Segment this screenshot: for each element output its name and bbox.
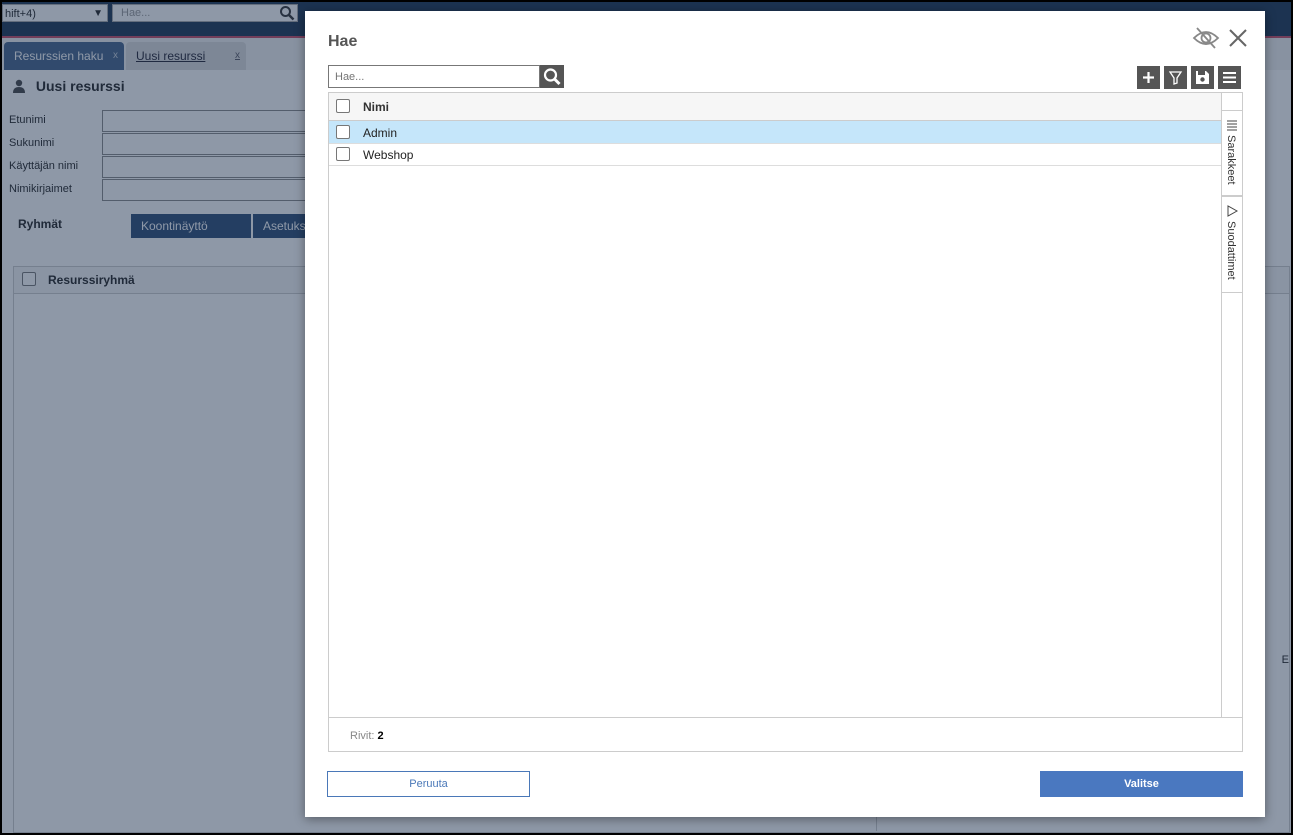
table-row[interactable]: Webshop [329,143,1221,166]
add-button[interactable] [1137,66,1160,89]
eye-off-icon[interactable] [1192,25,1220,51]
select-button[interactable]: Valitse [1040,771,1243,797]
results-grid-body: Nimi Admin Webshop [329,93,1222,717]
columns-panel-button[interactable]: Sarakkeet [1222,110,1242,196]
columns-icon [1227,120,1237,131]
filters-panel-label: Suodattimet [1225,221,1237,280]
grid-footer: Rivit: 2 [329,717,1242,752]
select-all-checkbox[interactable] [336,99,350,113]
results-grid-header: Nimi [329,93,1221,121]
row-count-value: 2 [377,730,384,742]
row-checkbox[interactable] [336,125,350,139]
row-name: Webshop [363,148,414,162]
save-icon [1196,71,1209,84]
filter-icon [1168,71,1183,85]
dialog-title: Hae [328,33,358,50]
grid-side-panel: Sarakkeet Suodattimet [1222,93,1242,717]
search-dialog: Hae Nimi Admin [305,11,1265,817]
row-name: Admin [363,126,398,140]
dialog-search-button[interactable] [540,65,564,88]
filters-panel-button[interactable]: Suodattimet [1222,196,1242,293]
row-count-label: Rivit: [350,730,375,742]
search-icon [543,68,561,86]
menu-icon [1223,72,1236,83]
columns-panel-label: Sarakkeet [1225,135,1237,185]
filter-icon [1227,205,1238,217]
plus-icon [1143,72,1154,83]
column-header-name[interactable]: Nimi [363,100,389,114]
menu-button[interactable] [1218,66,1241,89]
results-grid: Nimi Admin Webshop Sarakkeet Suodattimet [328,92,1243,752]
filter-button[interactable] [1164,66,1187,89]
dialog-search [328,65,564,88]
cancel-button[interactable]: Peruuta [327,771,530,797]
row-checkbox[interactable] [336,147,350,161]
row-count: Rivit: 2 [350,730,384,742]
table-row[interactable]: Admin [329,121,1221,144]
save-button[interactable] [1191,66,1214,89]
close-icon[interactable] [1227,27,1249,49]
dialog-search-input[interactable] [328,65,540,88]
